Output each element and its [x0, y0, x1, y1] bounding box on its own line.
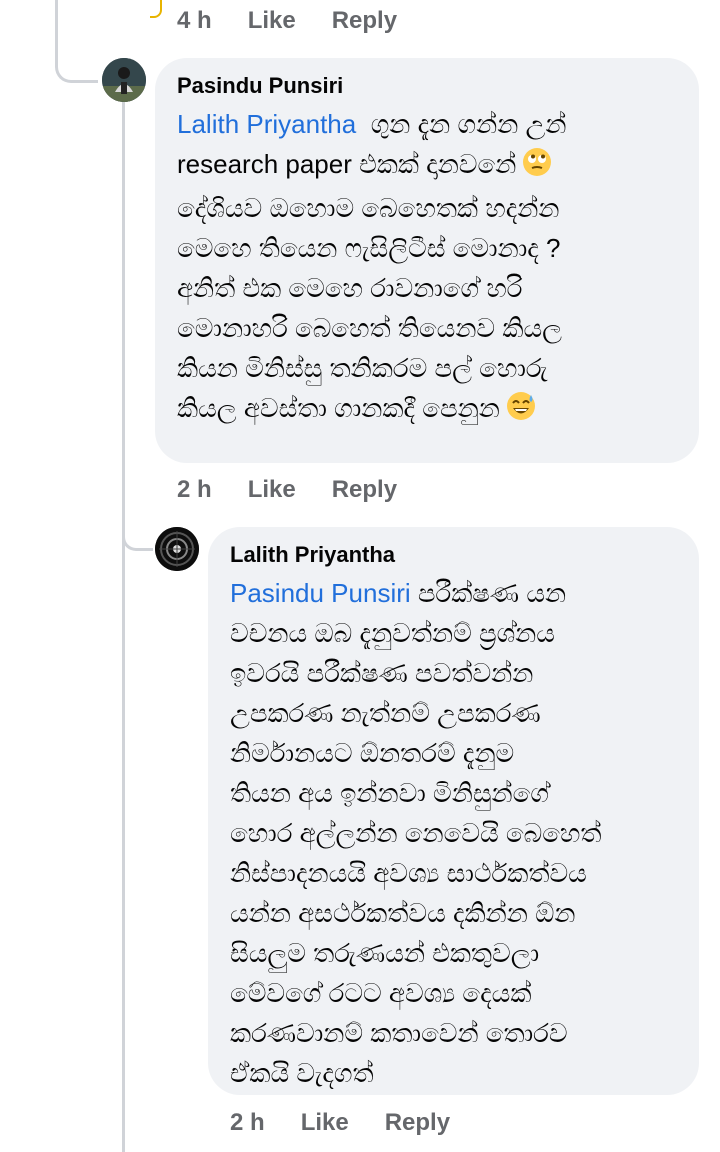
avatar[interactable]	[155, 527, 199, 571]
like-button[interactable]: Like	[301, 1109, 349, 1137]
comment-line: research paper එකක් දානවනේ	[177, 149, 517, 179]
comment-line: සියලුම තරුණයන් එකතුවලා	[230, 938, 540, 968]
like-button[interactable]: Like	[248, 476, 296, 504]
thread-line-reply	[122, 100, 125, 1152]
mention-link[interactable]: Lalith Priyantha	[177, 109, 356, 139]
comment-actions: 2 h Like Reply	[177, 474, 433, 506]
comment-line: නිර්මානයට ඕනතරම් දැනුම	[230, 738, 515, 768]
avatar[interactable]	[102, 58, 146, 102]
comment-text: Lalith Priyantha ගුන දැන ගන්න උන් resear…	[177, 104, 677, 432]
like-button[interactable]: Like	[248, 7, 296, 35]
comment-text: Pasindu Punsiri පරීක්ෂණ යන වචනය ඔබ දැනුව…	[230, 573, 677, 1093]
comment-line: දේශියව ඔහොම බෙහෙතක් හදන්න	[177, 193, 560, 223]
comment-line: වචනය ඔබ දැනුවත්නම් ප්‍රශ්නය	[230, 618, 555, 648]
comment-line: ඉවරයි පරීක්ෂණ පවත්වන්න	[230, 658, 534, 688]
comment-time: 2 h	[177, 476, 212, 503]
comment-line: උපකරණ නැත්නම් උපකරණ	[230, 698, 541, 728]
thread-line-reply-curve	[122, 520, 153, 551]
comment-time: 2 h	[230, 1109, 265, 1136]
grin-sweat-emoji-icon	[506, 391, 536, 432]
comment-line: මේවගේ රටට අවශ්‍ය දෙයක්	[230, 978, 532, 1008]
comment-author[interactable]: Lalith Priyantha	[230, 541, 677, 569]
comment-line: මෙහෙ තියෙන ෆැසිලිටීස් මොනාද ?	[177, 233, 561, 263]
comment-line: ගුන දැන ගන්න උන්	[370, 109, 567, 139]
thread-line-top-curve	[55, 60, 98, 83]
top-comment-actions: 4 h Like Reply	[177, 5, 433, 37]
comment-line: කියන මිනිස්සු තනිකරම පල් හොරු	[177, 353, 548, 383]
reply-button[interactable]: Reply	[332, 476, 397, 504]
comment-line: කියල අවස්තා ගානකදී පෙනුන	[177, 393, 500, 423]
comment-bubble: Lalith Priyantha Pasindu Punsiri පරීක්ෂණ…	[208, 527, 699, 1095]
abstract-avatar-icon	[155, 527, 199, 571]
reply-button[interactable]: Reply	[332, 7, 397, 35]
comment-line: තියන අය ඉන්නවා මිනිසුන්ගේ	[230, 778, 549, 808]
comment-actions: 2 h Like Reply	[230, 1107, 486, 1139]
comment-time: 4 h	[177, 7, 212, 34]
comment-line: මොනාහරි බෙහෙත් තියෙනව කියල	[177, 313, 562, 343]
comment-line: නිස්පාදනයයි අවශ්‍ය සාර්ථකත්වය	[230, 858, 587, 888]
comment-bubble: Pasindu Punsiri Lalith Priyantha ගුන දැන…	[155, 58, 699, 463]
comment-line: යන්න අසර්ථකත්වය දකින්න ඕන	[230, 898, 576, 928]
comment-line: ඒකයි වැදගත්	[230, 1058, 374, 1088]
partial-emoji-fragment	[150, 0, 162, 18]
comment-line: අනිත් එක මෙහෙ රාවනාගේ හරි	[177, 273, 523, 303]
reply-button[interactable]: Reply	[385, 1109, 450, 1137]
mention-link[interactable]: Pasindu Punsiri	[230, 578, 411, 608]
person-avatar-icon	[102, 58, 146, 102]
comment-line: පරීක්ෂණ යන	[417, 578, 567, 608]
comment-author[interactable]: Pasindu Punsiri	[177, 72, 677, 100]
eye-roll-emoji-icon	[522, 147, 552, 188]
thread-line-top	[55, 0, 58, 62]
comment-line: කරණවානම් කතාවෙන් තොරව	[230, 1018, 568, 1048]
comment-line: හොර අල්ලන්න නෙවෙයි බෙහෙත්	[230, 818, 602, 848]
